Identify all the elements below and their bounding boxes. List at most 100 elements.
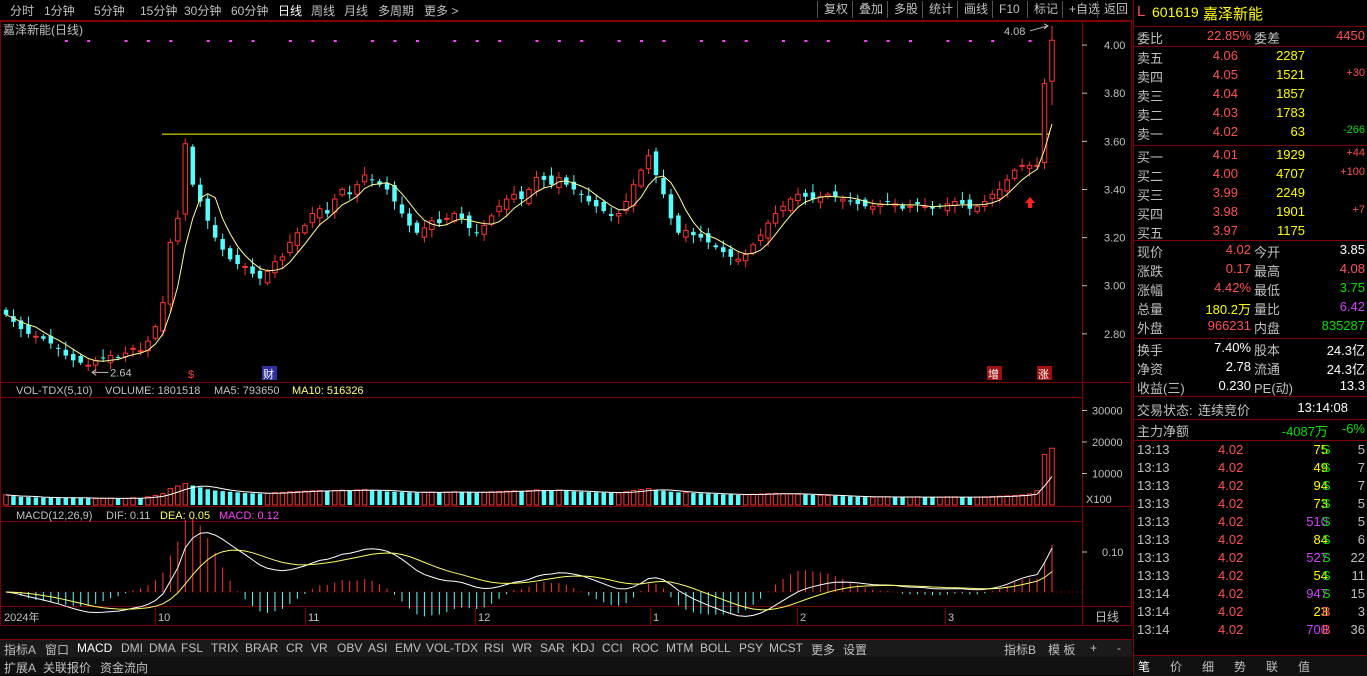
indicator-tab-settings[interactable]: 设置 [843,641,867,658]
tick-row[interactable]: 13:13 4.02 73 S 5 [1134,496,1367,514]
indicator-tab-dma[interactable]: DMA [149,641,176,655]
panel-tab-detail[interactable]: 细 [1202,658,1214,675]
candle-body [750,244,756,254]
period-tab-daily[interactable]: 日线 [278,2,302,19]
tick-row[interactable]: 13:14 4.02 700 B 36 [1134,622,1367,640]
f10-button[interactable]: F10 [992,1,1020,18]
fuquan-button[interactable]: 复权 [817,1,848,18]
volume-bar [503,490,510,506]
indicator-tab-sar[interactable]: SAR [540,641,565,655]
book-level-label: 卖五 [1137,51,1164,66]
bid-row[interactable]: 买三 3.99 2249 [1134,185,1367,203]
bid-row[interactable]: 买二 4.00 4707 +100 [1134,166,1367,184]
tick-time: 13:14 [1137,604,1170,619]
indicator-tab-a[interactable]: 指标A [4,641,36,658]
indicator-tab-vol-tdx[interactable]: VOL-TDX [426,641,478,655]
fund-value: 13.3 [1339,378,1365,393]
tick-row[interactable]: 13:13 4.02 75 S 5 [1134,442,1367,460]
template-button[interactable]: 模 板 [1048,641,1075,658]
indicator-tab-kdj[interactable]: KDJ [572,641,595,655]
add-watchlist-button[interactable]: +自选 [1062,1,1100,18]
period-tab-30min[interactable]: 30分钟 [184,2,221,19]
ask-row[interactable]: 卖三 4.04 1857 [1134,86,1367,104]
indicator-tab-rsi[interactable]: RSI [484,641,504,655]
indicator-tab-cr[interactable]: CR [286,641,303,655]
indicator-tab-vr[interactable]: VR [311,641,328,655]
overlay-button[interactable]: 叠加 [852,1,883,18]
panel-tab-price[interactable]: 价 [1170,658,1182,675]
period-tab-timeshare[interactable]: 分时 [10,2,34,19]
panel-tab-trend[interactable]: 势 [1234,658,1246,675]
indicator-tab-emv[interactable]: EMV [395,641,421,655]
indicator-tab-mtm[interactable]: MTM [666,641,693,655]
indicator-tab-window[interactable]: 窗口 [45,641,69,658]
ask-row[interactable]: 卖四 4.05 1521 +30 [1134,67,1367,85]
tick-row[interactable]: 13:14 4.02 23 B 3 [1134,604,1367,622]
indicator-tab-mcst[interactable]: MCST [769,641,803,655]
volume-bar [227,491,233,505]
indicator-tab-brar[interactable]: BRAR [245,641,278,655]
event-marker-increase[interactable]: 增 [988,367,999,381]
tick-row[interactable]: 13:13 4.02 84 S 6 [1134,532,1367,550]
period-tab-60min[interactable]: 60分钟 [231,2,268,19]
ask-row[interactable]: 卖一 4.02 63 -266 [1134,124,1367,142]
indicator-tab-fsl[interactable]: FSL [181,641,203,655]
multi-stock-button[interactable]: 多股 [887,1,918,18]
ext-tab-related-quote[interactable]: 关联报价 [43,659,91,676]
period-tab-multi[interactable]: 多周期 [378,2,414,19]
mark-button[interactable]: 标记 [1027,1,1058,18]
panel-tab-value[interactable]: 值 [1298,658,1310,675]
book-level-label: 卖二 [1137,108,1164,123]
zoom-in-button[interactable]: + [1090,641,1097,655]
period-tab-5min[interactable]: 5分钟 [94,2,125,19]
indicator-tab-macd[interactable]: MACD [77,641,112,655]
zoom-out-button[interactable]: - [1117,641,1121,655]
signal-dot [146,40,150,42]
event-marker-dividend[interactable]: $ [188,369,194,381]
period-tab-monthly[interactable]: 月线 [344,2,368,19]
indicator-tab-psy[interactable]: PSY [739,641,763,655]
indicator-tab-obv[interactable]: OBV [337,641,362,655]
draw-line-button[interactable]: 画线 [957,1,988,18]
ext-tab-fund-flow[interactable]: 资金流向 [100,659,148,676]
candle-body [810,192,816,200]
tick-row[interactable]: 13:13 4.02 94 S 7 [1134,478,1367,496]
tick-row[interactable]: 13:13 4.02 527 S 22 [1134,550,1367,568]
ext-tab-a[interactable]: 扩展A [4,659,36,676]
indicator-tab-wr[interactable]: WR [512,641,532,655]
volume-bar [519,491,524,505]
bid-row[interactable]: 买一 4.01 1929 +44 [1134,147,1367,165]
statistics-button[interactable]: 统计 [922,1,953,18]
bid-row[interactable]: 买五 3.97 1175 [1134,223,1367,241]
tick-row[interactable]: 13:13 4.02 49 S 7 [1134,460,1367,478]
tick-row[interactable]: 13:14 4.02 947 S 15 [1134,586,1367,604]
signal-dot [415,40,419,42]
back-button[interactable]: 返回 [1097,1,1128,18]
period-tab-1min[interactable]: 1分钟 [44,2,75,19]
event-marker-limit[interactable]: 涨 [1038,368,1049,381]
ask-row[interactable]: 卖五 4.06 2287 [1134,48,1367,66]
volume-bar [765,493,771,506]
period-tab-weekly[interactable]: 周线 [311,2,335,19]
tick-row[interactable]: 13:13 4.02 54 S 11 [1134,568,1367,586]
indicator-tab-boll[interactable]: BOLL [700,641,731,655]
signal-dot [580,40,584,42]
indicator-tab-trix[interactable]: TRIX [211,641,238,655]
panel-tab-related[interactable]: 联 [1266,658,1278,675]
tick-row[interactable]: 13:13 4.02 510 S 5 [1134,514,1367,532]
indicator-tab-roc[interactable]: ROC [632,641,659,655]
candle-body [56,347,61,349]
panel-tab-trades[interactable]: 笔 [1138,658,1150,675]
ask-row[interactable]: 卖二 4.03 1783 [1134,105,1367,123]
event-marker-finance[interactable]: 财 [263,367,274,381]
volume-bar [884,496,891,506]
indicator-tab-more[interactable]: 更多 [811,641,835,658]
indicator-tab-cci[interactable]: CCI [602,641,623,655]
indicator-tab-dmi[interactable]: DMI [121,641,143,655]
period-tab-more[interactable]: 更多 > [424,2,458,19]
indicator-tab-b[interactable]: 指标B [1004,641,1036,658]
kline-chart[interactable]: 嘉泽新能(日线) 4.00 3.80 3.60 3.40 3.20 3.00 2.80 4.… [0,21,1132,626]
bid-row[interactable]: 买四 3.98 1901 +7 [1134,204,1367,222]
indicator-tab-asi[interactable]: ASI [368,641,387,655]
period-tab-15min[interactable]: 15分钟 [140,2,177,19]
